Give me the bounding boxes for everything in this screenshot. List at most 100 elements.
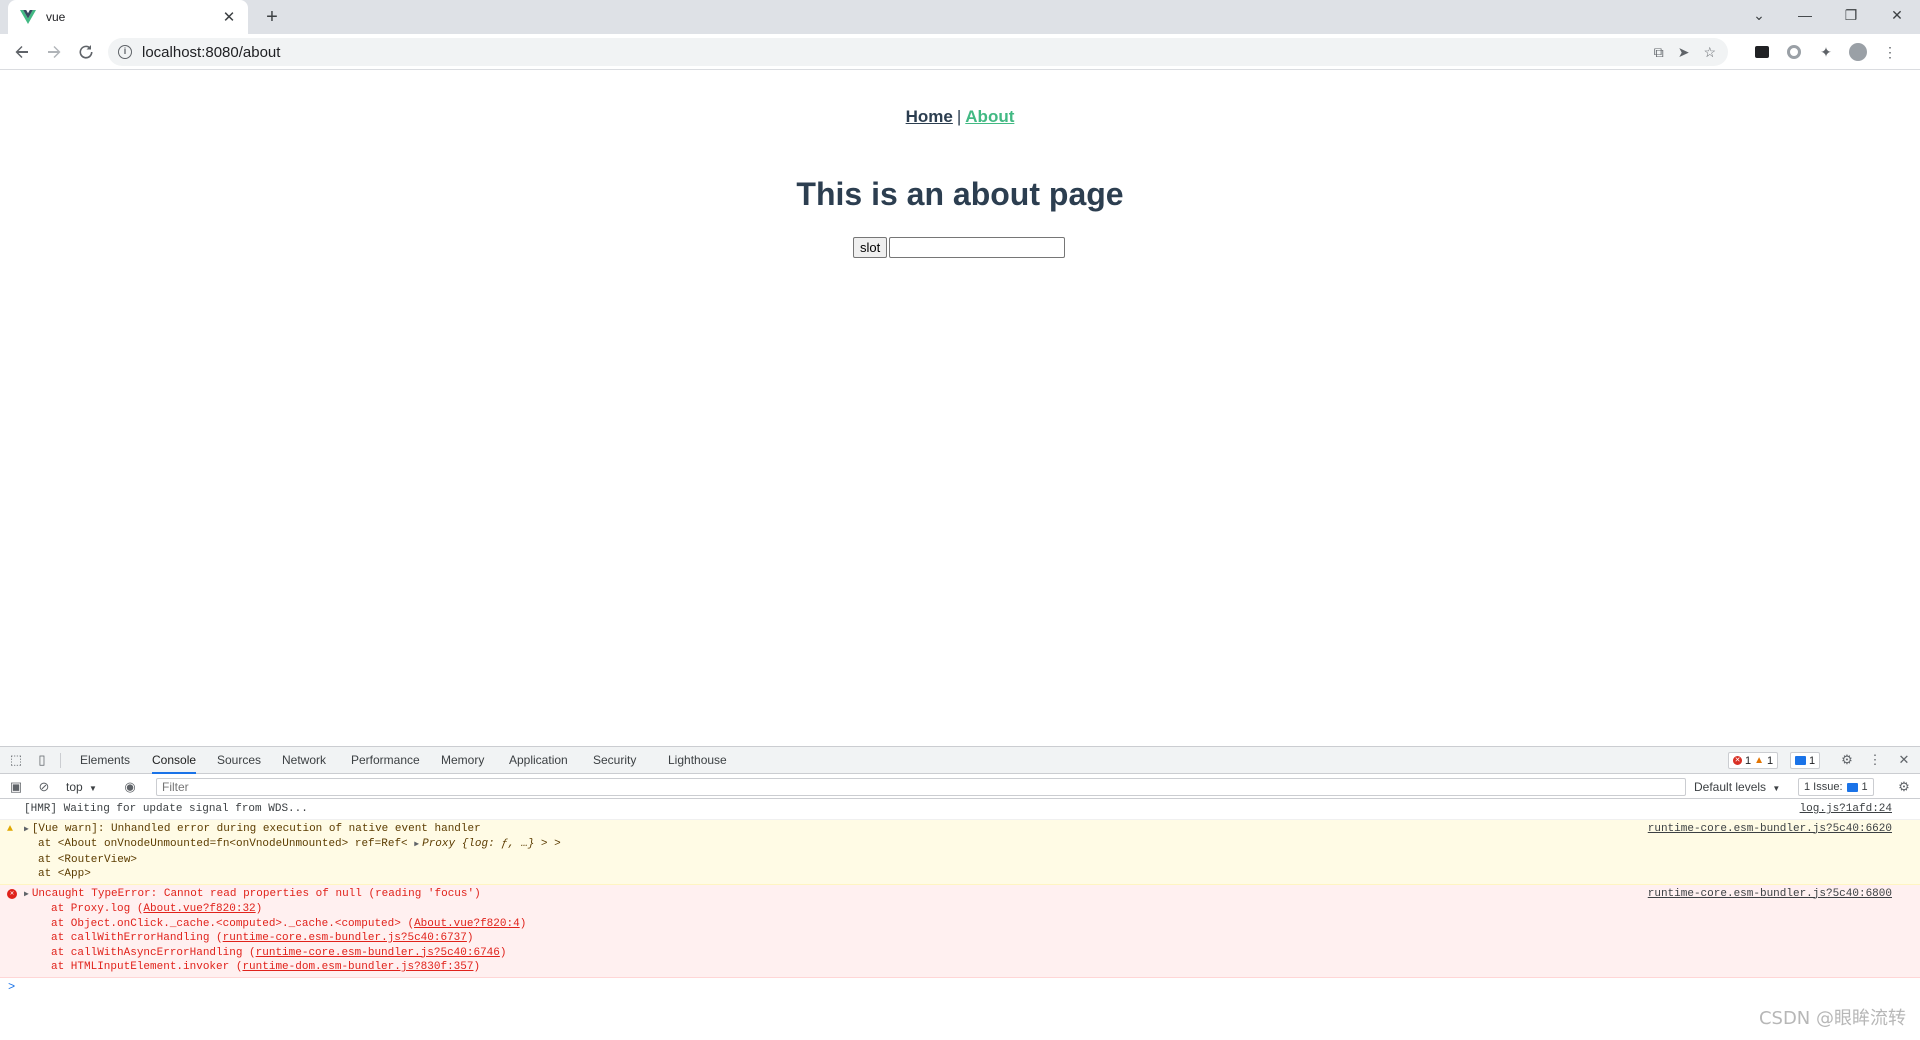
console-filter-bar: ▣ ⊘ top ▼ ◉ Default levels ▼ 1 Issue: 1 …: [0, 775, 1920, 799]
nav-link-home[interactable]: Home: [906, 107, 953, 126]
console-message-error: ✕ ▶ Uncaught TypeError: Cannot read prope…: [0, 884, 1920, 978]
warning-icon: ▲: [1754, 755, 1765, 766]
proxy-preview[interactable]: Proxy {log: ƒ, …}: [422, 838, 534, 850]
message-counter[interactable]: 1: [1790, 752, 1821, 769]
url-text: localhost:8080/about: [142, 43, 281, 61]
new-tab-icon[interactable]: +: [260, 5, 284, 29]
address-bar[interactable]: i localhost:8080/about ⧉ ➤ ☆: [108, 38, 1728, 66]
tab-elements[interactable]: Elements: [80, 747, 130, 774]
vue-logo-icon: [20, 10, 36, 24]
browser-menu-icon[interactable]: ⋮: [1880, 42, 1900, 62]
frame-link[interactable]: About.vue?f820:32: [143, 903, 255, 915]
warning-icon: ▲: [7, 823, 14, 835]
send-icon[interactable]: ➤: [1678, 44, 1690, 61]
issues-label: 1 Issue:: [1804, 781, 1843, 793]
context-select[interactable]: top ▼: [66, 778, 97, 796]
live-expression-eye-icon[interactable]: ◉: [122, 779, 138, 795]
devtools-panel: ⬚ ▯ Elements Console Sources Network Per…: [0, 746, 1920, 1040]
tab-lighthouse[interactable]: Lighthouse: [668, 747, 727, 774]
console-prompt[interactable]: >: [0, 978, 1920, 996]
frame-text: at Proxy.log (: [51, 903, 144, 915]
devtools-menu-icon[interactable]: ⋮: [1867, 752, 1883, 768]
source-link[interactable]: runtime-core.esm-bundler.js?5c40:6620: [1648, 822, 1892, 837]
frame-text: ): [519, 917, 527, 930]
log-levels-dropdown[interactable]: Default levels ▼: [1694, 778, 1780, 796]
tab-security[interactable]: Security: [593, 747, 636, 774]
prompt-chevron-icon: >: [8, 979, 16, 994]
warning-trace-line: at <RouterView>: [38, 853, 138, 866]
bookmark-star-icon[interactable]: ☆: [1703, 44, 1716, 61]
stack-frame: at callWithErrorHandling (runtime-core.e…: [24, 931, 1920, 946]
console-message-log: [HMR] Waiting for update signal from WDS…: [0, 800, 1920, 820]
frame-text: ): [473, 961, 481, 973]
source-link[interactable]: runtime-core.esm-bundler.js?5c40:6800: [1648, 887, 1892, 902]
frame-text: at HTMLInputElement.invoker (: [51, 961, 243, 973]
tab-performance[interactable]: Performance: [351, 747, 420, 774]
error-warning-counter[interactable]: ✕ 1 ▲ 1: [1728, 752, 1779, 769]
log-text: [HMR] Waiting for update signal from WDS…: [24, 803, 308, 815]
context-value: top: [66, 780, 83, 794]
settings-gear-icon[interactable]: ⚙: [1839, 752, 1855, 768]
stack-frame: at Object.onClick._cache.<computed>._cac…: [24, 917, 1920, 932]
message-icon: [1846, 782, 1858, 792]
forward-icon[interactable]: [42, 40, 66, 64]
error-icon: ✕: [7, 888, 17, 899]
console-output: [HMR] Waiting for update signal from WDS…: [0, 800, 1920, 1040]
browser-toolbar: i localhost:8080/about ⧉ ➤ ☆ ✦ ⋮: [0, 34, 1920, 70]
record-extension-icon[interactable]: [1784, 42, 1804, 62]
tab-sources[interactable]: Sources: [217, 747, 261, 774]
back-icon[interactable]: [10, 40, 34, 64]
warning-text: [Vue warn]: Unhandled error during execu…: [31, 822, 481, 835]
tab-title: vue: [46, 10, 66, 24]
close-window-icon[interactable]: ✕: [1874, 0, 1920, 30]
sidebar-toggle-icon[interactable]: ▣: [8, 779, 24, 795]
minimize-icon[interactable]: —: [1782, 0, 1828, 30]
tab-memory[interactable]: Memory: [441, 747, 484, 774]
error-count: 1: [1745, 754, 1752, 767]
chevron-down-icon: ▼: [89, 784, 97, 793]
extension-icon[interactable]: [1752, 42, 1772, 62]
clear-console-icon[interactable]: ⊘: [36, 779, 52, 795]
site-info-icon[interactable]: i: [118, 45, 132, 59]
frame-link[interactable]: About.vue?f820:4: [414, 918, 520, 930]
console-message-warning: ▲ ▶ [Vue warn]: Unhandled error during ex…: [0, 819, 1920, 885]
warning-trace-line: at <App>: [38, 868, 91, 880]
trace-text: at <About onVnodeUnmounted=fn<onVnodeUnm…: [38, 838, 415, 850]
frame-link[interactable]: runtime-dom.esm-bundler.js?830f:357: [242, 961, 473, 973]
stack-frame: at callWithAsyncErrorHandling (runtime-c…: [24, 946, 1920, 961]
tab-close-icon[interactable]: ✕: [220, 8, 238, 26]
warning-trace-line: at <About onVnodeUnmounted=fn<onVnodeUnm…: [24, 837, 1920, 853]
extensions-puzzle-icon[interactable]: ✦: [1816, 42, 1836, 62]
translate-icon[interactable]: ⧉: [1654, 44, 1664, 61]
frame-text: ): [499, 946, 507, 959]
app-nav: Home | About: [0, 107, 1920, 127]
slot-input[interactable]: [889, 237, 1066, 258]
issues-button[interactable]: 1 Issue: 1: [1798, 778, 1874, 796]
filter-input[interactable]: [156, 778, 1686, 796]
tab-application[interactable]: Application: [509, 747, 568, 774]
inspect-element-icon[interactable]: ⬚: [8, 752, 24, 768]
tab-search-icon[interactable]: ⌄: [1736, 0, 1782, 30]
frame-link[interactable]: runtime-core.esm-bundler.js?5c40:6737: [223, 932, 467, 944]
expand-triangle-icon[interactable]: ▶: [24, 888, 29, 903]
message-count: 1: [1809, 754, 1816, 767]
restore-icon[interactable]: ❐: [1828, 0, 1874, 30]
expand-triangle-icon[interactable]: ▶: [414, 838, 419, 853]
device-toolbar-icon[interactable]: ▯: [34, 752, 50, 768]
console-settings-gear-icon[interactable]: ⚙: [1896, 779, 1912, 795]
expand-triangle-icon[interactable]: ▶: [24, 823, 29, 838]
frame-link[interactable]: runtime-core.esm-bundler.js?5c40:6746: [256, 947, 500, 959]
chevron-down-icon: ▼: [1772, 784, 1781, 793]
close-devtools-icon[interactable]: ✕: [1896, 752, 1912, 768]
source-link[interactable]: log.js?1afd:24: [1800, 802, 1892, 817]
nav-link-about[interactable]: About: [965, 107, 1014, 126]
reload-icon[interactable]: [74, 40, 98, 64]
tab-network[interactable]: Network: [282, 747, 326, 774]
profile-avatar-icon[interactable]: [1848, 42, 1868, 62]
trace-text: > >: [534, 838, 561, 850]
frame-text: at callWithAsyncErrorHandling (: [51, 946, 256, 959]
log-levels-label: Default levels: [1694, 780, 1767, 794]
tab-console[interactable]: Console: [152, 747, 197, 774]
slot-button[interactable]: slot: [853, 237, 888, 258]
browser-tab[interactable]: vue ✕: [8, 0, 248, 34]
